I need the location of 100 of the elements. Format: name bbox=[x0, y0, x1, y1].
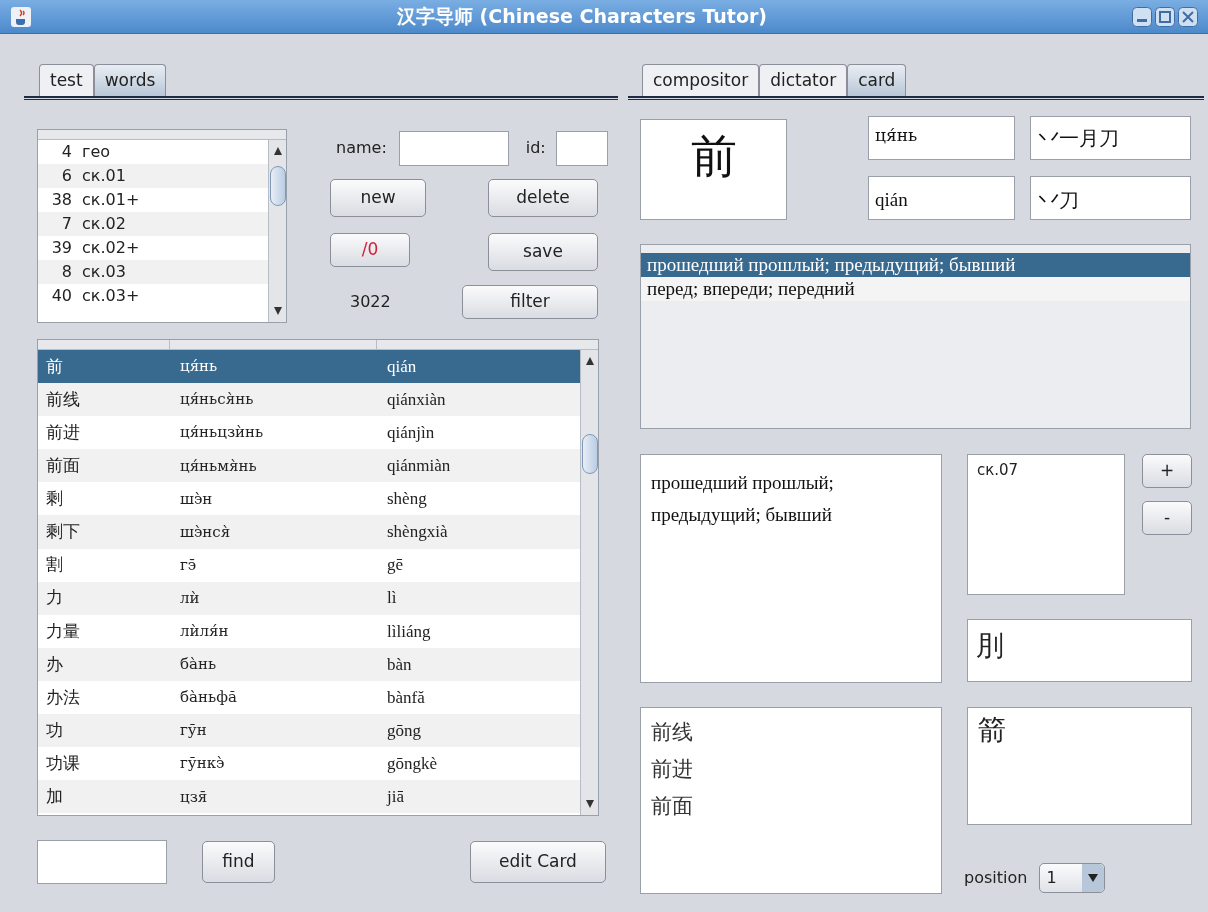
table-row[interactable]: 前面 ця́ньмя̀нь qiánmiàn bbox=[38, 449, 580, 483]
radical-field[interactable]: 刖 bbox=[967, 619, 1192, 682]
new-button[interactable]: new bbox=[330, 179, 426, 217]
table-cell-text: 办法 bbox=[45, 686, 81, 709]
table-cell-text: 前进 bbox=[45, 422, 81, 444]
close-icon[interactable] bbox=[1178, 6, 1198, 27]
meaning-item[interactable]: перед; впереди; передний bbox=[641, 277, 1190, 301]
window-title: 汉字导师 (Chinese Characters Tutor) bbox=[395, 4, 769, 30]
id-field[interactable] bbox=[555, 130, 608, 166]
table-cell-text: 力量 bbox=[45, 620, 81, 643]
filter-button[interactable]: filter bbox=[462, 285, 598, 319]
list-cell-text: 4 bbox=[60, 141, 73, 163]
tab[interactable]: words bbox=[93, 64, 167, 96]
table-cell-text: ця́нь bbox=[179, 356, 219, 378]
table-cell-text: 前线 bbox=[45, 388, 81, 411]
list-cell-text: ск.03+ bbox=[81, 285, 140, 307]
field-label: name: bbox=[336, 137, 387, 159]
table-cell-text: gōng bbox=[386, 719, 422, 742]
scrollbar[interactable] bbox=[580, 350, 598, 815]
table-cell-text: 功课 bbox=[45, 752, 81, 775]
scrollbar-thumb[interactable] bbox=[582, 434, 598, 474]
position-dropdown[interactable]: 1 bbox=[1039, 863, 1106, 893]
dropdown-arrow-icon[interactable] bbox=[1088, 874, 1099, 882]
list-cell-text: 6 bbox=[60, 165, 73, 187]
table-cell-text: 办 bbox=[45, 653, 64, 676]
table-cell-text: shèngxià bbox=[386, 521, 449, 544]
tab[interactable]: compositor bbox=[642, 64, 760, 96]
edit-card-button[interactable]: edit Card bbox=[470, 841, 606, 883]
table-row[interactable]: 剩下 шэ̀нся̀ shèngxià bbox=[38, 515, 580, 549]
table-cell-text: шэ̀нся̀ bbox=[179, 521, 232, 543]
java-cup-icon bbox=[10, 5, 32, 28]
count-label: 3022 bbox=[350, 291, 391, 313]
table-cell-text: gōngkè bbox=[386, 752, 439, 775]
related-words-area[interactable]: 前线 前进 前面 bbox=[640, 707, 942, 894]
table-cell-text: jiā bbox=[385, 786, 405, 808]
table-cell-text: bànfă bbox=[386, 686, 426, 709]
list-cell-text: ск.02+ bbox=[81, 237, 140, 259]
delete-button[interactable]: delete bbox=[488, 179, 598, 217]
table-row[interactable]: 前线 ця́нься̀нь qiánxiàn bbox=[38, 383, 580, 417]
save-button[interactable]: save bbox=[488, 233, 598, 271]
meaning-item[interactable]: прошедший прошлый; предыдущий; бывший bbox=[641, 253, 1190, 277]
related-word: 前面 bbox=[651, 793, 693, 820]
related-word: 前线 bbox=[651, 719, 693, 746]
components-field[interactable]: 丷刀 bbox=[1030, 176, 1191, 220]
table-cell-text: 剩 bbox=[45, 488, 64, 511]
list-cell-text: гео bbox=[81, 141, 111, 163]
minimize-icon[interactable] bbox=[1132, 6, 1152, 27]
maximize-icon[interactable] bbox=[1155, 6, 1175, 27]
name-field[interactable] bbox=[398, 130, 509, 166]
add-button[interactable]: + bbox=[1142, 454, 1192, 488]
table-cell-text: 剩下 bbox=[45, 521, 81, 544]
field-label: id: bbox=[525, 137, 546, 159]
list-cell-text: ск.01+ bbox=[81, 189, 140, 211]
table-cell-text: shèng bbox=[386, 488, 428, 511]
table-cell-text: bàn bbox=[386, 653, 413, 676]
table-cell-text: 前 bbox=[45, 355, 64, 378]
list-cell-text: 38 bbox=[50, 189, 73, 211]
position-label: position bbox=[964, 867, 1028, 889]
pinyin-field[interactable]: qián bbox=[868, 176, 1015, 220]
table-row[interactable]: 办 ба̀нь bàn bbox=[38, 647, 580, 681]
up-arrow-icon[interactable] bbox=[585, 356, 595, 366]
table-cell-text: лѝ bbox=[179, 587, 201, 609]
table-cell-text: гӯн bbox=[179, 720, 208, 742]
find-button[interactable]: find bbox=[202, 841, 275, 883]
tab[interactable]: card bbox=[847, 64, 907, 96]
components-field[interactable]: 丷一月刀 bbox=[1030, 116, 1191, 160]
table-cell-text: qiánxiàn bbox=[386, 388, 447, 411]
table-cell-text: 力 bbox=[45, 587, 64, 610]
down-arrow-icon[interactable] bbox=[585, 799, 595, 809]
find-field[interactable] bbox=[37, 840, 167, 884]
table-row[interactable]: 功 гӯн gōng bbox=[38, 714, 580, 748]
table-cell-text: 前面 bbox=[45, 455, 81, 478]
list-cell-text: 40 bbox=[50, 285, 73, 307]
table-cell-text: ба̀нь bbox=[179, 654, 218, 676]
table-row[interactable]: 力 лѝ lì bbox=[38, 581, 580, 615]
table-cell-text: шэ̀н bbox=[179, 488, 214, 510]
table-cell-text: ця́ньмя̀нь bbox=[179, 455, 258, 477]
down-arrow-icon[interactable] bbox=[273, 306, 283, 316]
up-arrow-icon[interactable] bbox=[273, 146, 283, 156]
related-word: 前进 bbox=[651, 756, 693, 783]
table-cell-text: qiánjìn bbox=[386, 422, 436, 444]
table-cell-text: гӯнкэ̀ bbox=[179, 753, 226, 775]
list-cell-text: ск.03 bbox=[81, 261, 126, 283]
similar-area[interactable]: 箭 bbox=[967, 707, 1192, 825]
translation-area[interactable]: прошедший прошлый; предыдущий; бывший bbox=[640, 454, 942, 683]
cyrillic-field[interactable]: ця́нь bbox=[868, 116, 1015, 160]
table-cell-text: лѝля́н bbox=[179, 621, 230, 643]
table-cell-text: ця́нься̀нь bbox=[179, 389, 255, 411]
table-cell-text: gē bbox=[386, 554, 405, 577]
tab[interactable]: test bbox=[39, 64, 94, 96]
table-row[interactable]: 加 цзя̄ jiā bbox=[38, 780, 580, 814]
table-row[interactable]: 前 ця́нь qián bbox=[38, 350, 580, 384]
list-cell-text: ск.01 bbox=[81, 165, 126, 187]
scrollbar-thumb[interactable] bbox=[270, 166, 286, 206]
remove-button[interactable]: - bbox=[1142, 501, 1192, 535]
scrollbar[interactable] bbox=[268, 140, 286, 322]
tag-item[interactable]: ск.07 bbox=[977, 459, 1019, 482]
tab[interactable]: dictator bbox=[759, 64, 848, 96]
counter-button[interactable]: /0 bbox=[330, 233, 410, 267]
table-cell-text: ця́ньцзѝнь bbox=[179, 422, 265, 444]
